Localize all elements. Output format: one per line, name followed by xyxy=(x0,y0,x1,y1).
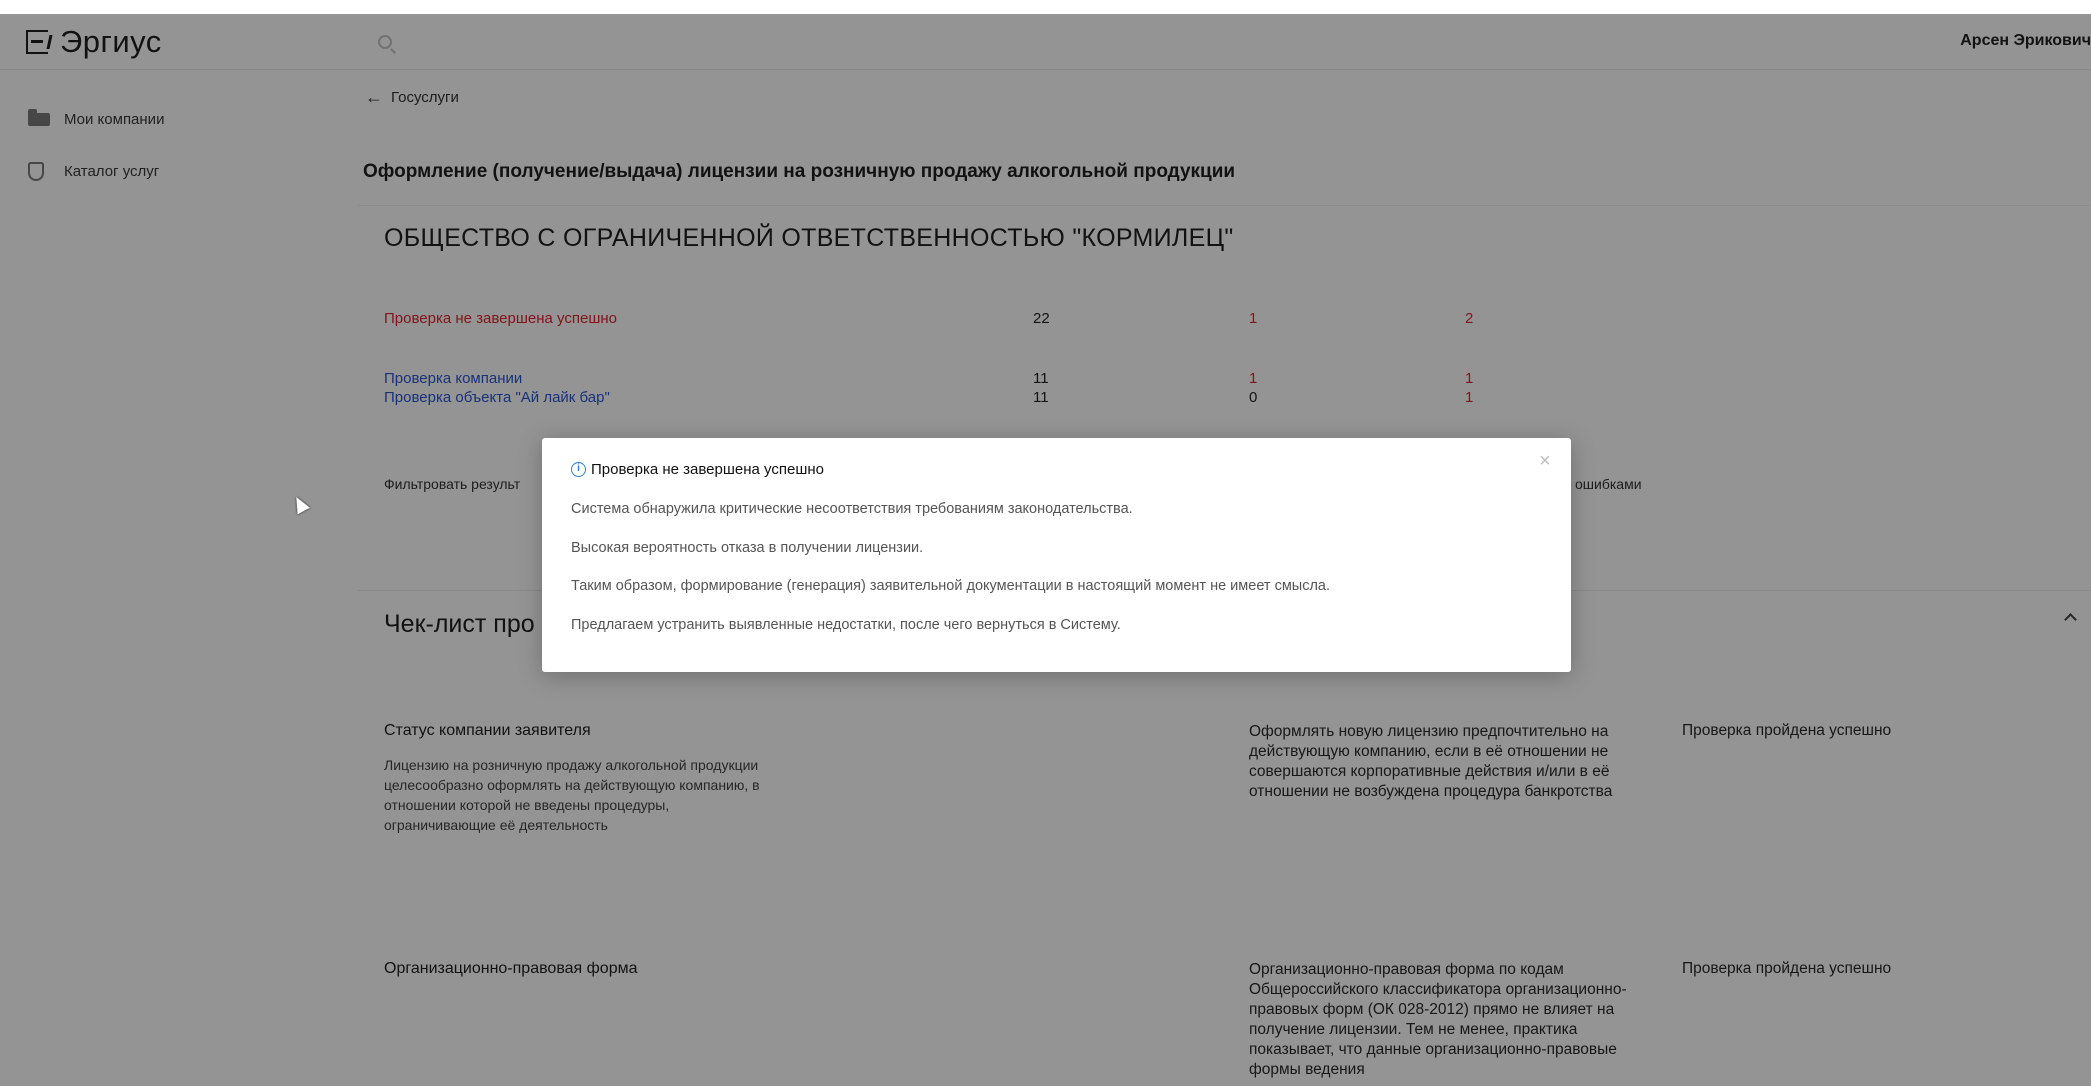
window-top-strip xyxy=(0,0,2091,14)
dialog-title-text: Проверка не завершена успешно xyxy=(591,461,824,478)
dialog-message-line: Система обнаружила критические несоответ… xyxy=(571,501,1133,517)
dialog-message-line: Предлагаем устранить выявленные недостат… xyxy=(571,617,1121,633)
dialog-message-line: Таким образом, формирование (генерация) … xyxy=(571,578,1331,594)
check-failed-dialog: i Проверка не завершена успешно × Систем… xyxy=(542,438,1571,672)
dialog-message-line: Высокая вероятность отказа в получении л… xyxy=(571,540,924,556)
close-icon[interactable]: × xyxy=(1535,451,1555,472)
info-icon: i xyxy=(571,462,586,477)
dialog-title: i Проверка не завершена успешно xyxy=(571,461,824,478)
